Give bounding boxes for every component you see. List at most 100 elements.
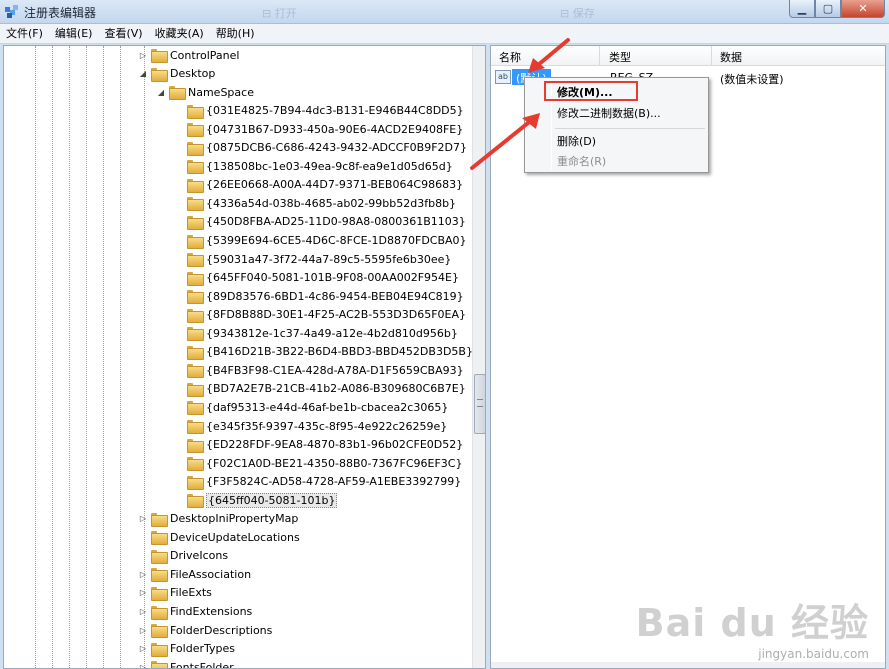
tree-node-label[interactable]: DesktopIniPropertyMap xyxy=(170,512,298,525)
tree-node[interactable]: ◢ NameSpace xyxy=(156,83,254,101)
column-divider[interactable] xyxy=(599,46,600,66)
maximize-button[interactable]: ▢ xyxy=(815,0,841,18)
tree-node[interactable]: {B416D21B-3B22-B6D4-BBD3-BBD452DB3D5B} xyxy=(174,343,473,361)
tree-node[interactable]: ▷ FolderTypes xyxy=(138,640,235,658)
menu-edit[interactable]: 编辑(E) xyxy=(49,24,99,44)
tree-node[interactable]: {26EE0668-A00A-44D7-9371-BEB064C98683} xyxy=(174,176,463,194)
tree-node-label[interactable]: {645FF040-5081-101B-9F08-00AA002F954E} xyxy=(206,271,459,284)
tree-node[interactable]: {ED228FDF-9EA8-4870-83b1-96b02CFE0D52} xyxy=(174,436,463,454)
tree-node-label[interactable]: {450D8FBA-AD25-11D0-98A8-0800361B1103} xyxy=(206,215,466,228)
menu-item-delete[interactable]: 删除(D) xyxy=(557,133,596,149)
tree-node[interactable]: {8FD8B88D-30E1-4F25-AC2B-553D3D65F0EA} xyxy=(174,306,466,324)
menu-help[interactable]: 帮助(H) xyxy=(210,24,261,44)
tree-node-label[interactable]: FileExts xyxy=(170,586,212,599)
tree-node-label[interactable]: FolderDescriptions xyxy=(170,624,272,637)
tree-node-label[interactable]: {9343812e-1c37-4a49-a12e-4b2d810d956b} xyxy=(206,327,458,340)
tree-node[interactable]: {645FF040-5081-101B-9F08-00AA002F954E} xyxy=(174,269,459,287)
tree-node-label[interactable]: DriveIcons xyxy=(170,549,228,562)
tree-node-label[interactable]: {59031a47-3f72-44a7-89c5-5595fe6b30ee} xyxy=(206,253,451,266)
tree-node-label[interactable]: {daf95313-e44d-46af-be1b-cbacea2c3065} xyxy=(206,401,448,414)
tree-node-label[interactable]: NameSpace xyxy=(188,86,254,99)
tree-node-label[interactable]: FileAssociation xyxy=(170,568,251,581)
tree-node[interactable]: {4336a54d-038b-4685-ab02-99bb52d3fb8b} xyxy=(174,194,456,212)
tree-vertical-scrollbar[interactable] xyxy=(472,46,485,668)
tree-node[interactable]: DriveIcons xyxy=(138,547,228,565)
expand-arrow-icon[interactable]: ▷ xyxy=(138,514,148,524)
tree-node-label[interactable]: {031E4825-7B94-4dc3-B131-E946B44C8DD5} xyxy=(206,104,464,117)
tree-node[interactable]: ▷ FileExts xyxy=(138,584,212,602)
minimize-button[interactable]: ▁ xyxy=(789,0,815,18)
tree-node[interactable]: {0875DCB6-C686-4243-9432-ADCCF0B9F2D7} xyxy=(174,139,467,157)
list-horizontal-scrollbar[interactable] xyxy=(491,662,885,668)
tree-node[interactable]: {04731B67-D933-450a-90E6-4ACD2E9408FE} xyxy=(174,120,463,138)
tree-node-label[interactable]: DeviceUpdateLocations xyxy=(170,531,300,544)
tree-node[interactable]: ▷ FolderDescriptions xyxy=(138,621,272,639)
tree-node[interactable]: ◢ Desktop xyxy=(138,65,215,83)
expand-arrow-icon[interactable]: ▷ xyxy=(138,625,148,635)
tree-node-label[interactable]: {ED228FDF-9EA8-4870-83b1-96b02CFE0D52} xyxy=(206,438,463,451)
scrollbar-thumb[interactable] xyxy=(474,374,485,434)
tree-node[interactable]: {031E4825-7B94-4dc3-B131-E946B44C8DD5} xyxy=(174,102,464,120)
tree-node[interactable]: ▷ ControlPanel xyxy=(138,46,239,64)
menu-item-modify-binary[interactable]: 修改二进制数据(B)... xyxy=(557,105,661,121)
tree-node-label[interactable]: {4336a54d-038b-4685-ab02-99bb52d3fb8b} xyxy=(206,197,456,210)
column-header-name[interactable]: 名称 xyxy=(499,49,521,65)
tree-node[interactable]: {59031a47-3f72-44a7-89c5-5595fe6b30ee} xyxy=(174,250,451,268)
tree-node[interactable]: {BD7A2E7B-21CB-41b2-A086-B309680C6B7E} xyxy=(174,380,466,398)
tree-node[interactable]: {F3F5824C-AD58-4728-AF59-A1EBE3392799} xyxy=(174,473,461,491)
expand-arrow-icon[interactable]: ▷ xyxy=(138,588,148,598)
tree-node[interactable]: {F02C1A0D-BE21-4350-88B0-7367FC96EF3C} xyxy=(174,454,462,472)
tree-node-label[interactable]: {B416D21B-3B22-B6D4-BBD3-BBD452DB3D5B} xyxy=(206,345,473,358)
tree-node-label[interactable]: Desktop xyxy=(170,67,215,80)
tree-node-label[interactable]: {04731B67-D933-450a-90E6-4ACD2E9408FE} xyxy=(206,123,463,136)
tree-node[interactable]: {daf95313-e44d-46af-be1b-cbacea2c3065} xyxy=(174,398,448,416)
expand-arrow-icon[interactable]: ▷ xyxy=(138,569,148,579)
expand-arrow-icon[interactable]: ▷ xyxy=(138,50,148,60)
tree-node[interactable]: ▷ FindExtensions xyxy=(138,603,252,621)
tree-node[interactable]: {5399E694-6CE5-4D6C-8FCE-1D8870FDCBA0} xyxy=(174,232,467,250)
expand-arrow-icon[interactable]: ▷ xyxy=(138,607,148,617)
menu-view[interactable]: 查看(V) xyxy=(98,24,148,44)
registry-tree-pane[interactable]: ▷ ControlPanel ◢ Desktop ◢ NameSpace {031E4825… xyxy=(3,45,486,669)
tree-node[interactable]: ▷ FileAssociation xyxy=(138,565,251,583)
expand-arrow-icon[interactable]: ▷ xyxy=(138,662,148,668)
tree-node-label[interactable]: {645ff040-5081-101b} xyxy=(206,492,338,508)
close-button[interactable]: ✕ xyxy=(841,0,885,18)
tree-node[interactable]: {B4FB3F98-C1EA-428d-A78A-D1F5659CBA93} xyxy=(174,361,464,379)
tree-node-label[interactable]: FontsFolder xyxy=(170,661,234,668)
menu-file[interactable]: 文件(F) xyxy=(0,24,49,44)
column-header-type[interactable]: 类型 xyxy=(609,49,631,65)
tree-node[interactable]: {138508bc-1e03-49ea-9c8f-ea9e1d05d65d} xyxy=(174,157,453,175)
tree-node[interactable]: DeviceUpdateLocations xyxy=(138,528,300,546)
title-bar[interactable]: 注册表编辑器 ⊟ 打开 ⊟ 保存 ▁ ▢ ✕ xyxy=(0,0,889,24)
tree-node-label[interactable]: ControlPanel xyxy=(170,49,239,62)
tree-node-label[interactable]: {8FD8B88D-30E1-4F25-AC2B-553D3D65F0EA} xyxy=(206,308,466,321)
collapse-arrow-icon[interactable]: ◢ xyxy=(156,87,166,97)
collapse-arrow-icon[interactable]: ◢ xyxy=(138,69,148,79)
tree-node[interactable]: {89D83576-6BD1-4c86-9454-BEB04E94C819} xyxy=(174,287,464,305)
tree-node-label[interactable]: {138508bc-1e03-49ea-9c8f-ea9e1d05d65d} xyxy=(206,160,453,173)
tree-node-label[interactable]: {89D83576-6BD1-4c86-9454-BEB04E94C819} xyxy=(206,290,464,303)
tree-node[interactable]: {9343812e-1c37-4a49-a12e-4b2d810d956b} xyxy=(174,324,458,342)
tree-node[interactable]: {450D8FBA-AD25-11D0-98A8-0800361B1103} xyxy=(174,213,466,231)
tree-node-label[interactable]: FolderTypes xyxy=(170,642,235,655)
tree-node-label[interactable]: {F02C1A0D-BE21-4350-88B0-7367FC96EF3C} xyxy=(206,457,462,470)
tree-node-label[interactable]: {0875DCB6-C686-4243-9432-ADCCF0B9F2D7} xyxy=(206,141,467,154)
expand-arrow-icon[interactable]: ▷ xyxy=(138,644,148,654)
tree-node-label[interactable]: {F3F5824C-AD58-4728-AF59-A1EBE3392799} xyxy=(206,475,461,488)
tree-node-label[interactable]: {5399E694-6CE5-4D6C-8FCE-1D8870FDCBA0} xyxy=(206,234,467,247)
tree-node-label[interactable]: {26EE0668-A00A-44D7-9371-BEB064C98683} xyxy=(206,178,463,191)
tree-node-label[interactable]: {BD7A2E7B-21CB-41b2-A086-B309680C6B7E} xyxy=(206,382,466,395)
tree-node[interactable]: ▷ DesktopIniPropertyMap xyxy=(138,510,298,528)
menu-favorites[interactable]: 收藏夹(A) xyxy=(149,24,210,44)
tree-node[interactable]: {e345f35f-9397-435c-8f95-4e922c26259e} xyxy=(174,417,447,435)
tree-node[interactable]: ▷ FontsFolder xyxy=(138,658,234,668)
tree-node-label[interactable]: FindExtensions xyxy=(170,605,252,618)
tree-node-label[interactable]: {B4FB3F98-C1EA-428d-A78A-D1F5659CBA93} xyxy=(206,364,464,377)
tree-node-label[interactable]: {e345f35f-9397-435c-8f95-4e922c26259e} xyxy=(206,420,447,433)
column-header-data[interactable]: 数据 xyxy=(720,49,742,65)
tree-node[interactable]: {645ff040-5081-101b} xyxy=(174,491,338,509)
column-divider[interactable] xyxy=(711,46,712,66)
